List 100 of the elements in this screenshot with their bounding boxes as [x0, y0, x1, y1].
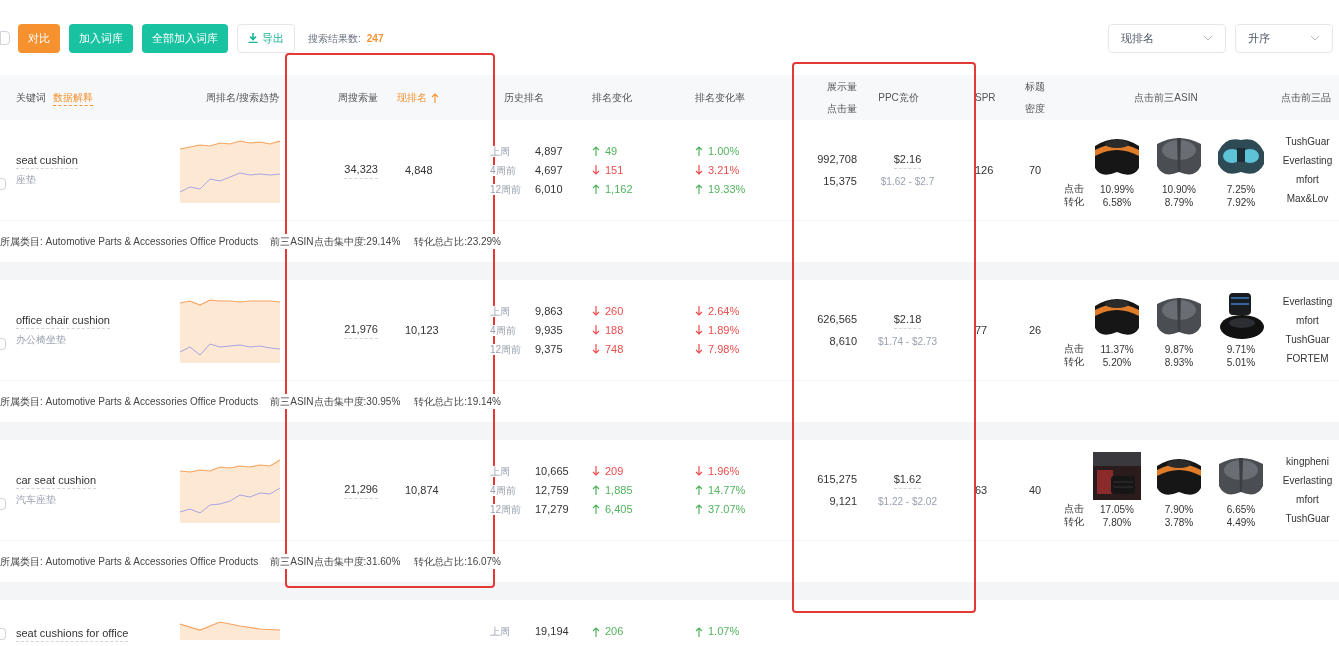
ppc-range: $1.62 - $2.7: [880, 174, 935, 189]
column-header: 标题 密度: [1025, 79, 1045, 116]
rank-value: 4,697: [535, 162, 563, 178]
search-volume[interactable]: 21,296: [344, 481, 378, 499]
ppc-bid[interactable]: $2.18: [893, 311, 922, 329]
ppc-bid[interactable]: $1.62: [893, 471, 922, 489]
period-label: 上周: [490, 145, 511, 157]
checkbox[interactable]: [0, 498, 6, 510]
period-label: 4周前: [490, 164, 517, 176]
click-share: 9.71%: [1226, 342, 1256, 356]
search-volume[interactable]: 21,976: [344, 321, 378, 339]
conversion-share: 4.49%: [1226, 515, 1256, 529]
period-label: 上周: [490, 465, 511, 477]
ppc-bid[interactable]: $2.16: [893, 151, 922, 169]
download-icon: [248, 33, 258, 43]
keyword-translation: 汽车座垫: [16, 493, 56, 507]
clicks-value: 15,375: [823, 174, 857, 189]
conversion-share-text: 转化总占比:23.29%: [412, 234, 503, 249]
column-header: 点击前三品: [1280, 91, 1331, 105]
change-rate: 1.96%: [708, 463, 740, 479]
brand-name: FORTEM: [1286, 352, 1329, 366]
brand-name: mfort: [1296, 314, 1319, 328]
keyword-translation: 办公椅坐垫: [16, 333, 66, 347]
rank-value: 4,897: [535, 143, 563, 159]
rank-value: 10,665: [535, 463, 569, 479]
category-text: 所属类目: Automotive Parts & Accessories Office Products: [0, 394, 259, 409]
chevron-down-icon: [1203, 35, 1213, 41]
metric-label: 点击: [1064, 181, 1085, 195]
change-rate: 1.07%: [708, 624, 740, 640]
click-share: 10.99%: [1100, 182, 1134, 196]
keyword-link[interactable]: car seat cushion: [16, 473, 97, 489]
keyword-link[interactable]: seat cushions for office: [16, 626, 129, 642]
concentration-text: 前三ASIN点击集中度:31.60%: [268, 554, 403, 569]
checkbox[interactable]: [0, 628, 6, 640]
period-label: 上周: [490, 626, 511, 638]
clicks-value: 8,610: [829, 334, 857, 349]
column-header: 历史排名: [504, 91, 544, 105]
column-header: 点击量: [827, 101, 857, 116]
click-share: 9.87%: [1164, 342, 1194, 356]
conversion-share: 5.20%: [1102, 355, 1132, 369]
checkbox[interactable]: [0, 338, 6, 350]
density-value: 70: [1028, 162, 1042, 178]
click-share: 17.05%: [1100, 502, 1134, 516]
column-header: 排名变化: [592, 91, 632, 105]
period-label: 12周前: [490, 183, 523, 195]
period-label: 12周前: [490, 343, 523, 355]
impressions-value: 626,565: [817, 311, 857, 327]
spr-value: 126: [975, 162, 994, 178]
click-share: 10.90%: [1162, 182, 1196, 196]
concentration-text: 前三ASIN点击集中度:29.14%: [268, 234, 403, 249]
conversion-share: 8.93%: [1164, 355, 1194, 369]
brand-name: Everlasting: [1282, 474, 1333, 488]
period-label: 4周前: [490, 324, 517, 336]
rank-change: 206: [605, 624, 624, 640]
conversion-share: 7.92%: [1226, 195, 1256, 209]
change-rate: 7.98%: [708, 341, 740, 357]
conversion-share: 7.80%: [1102, 515, 1132, 529]
click-share: 11.37%: [1100, 342, 1134, 356]
ppc-range: $1.74 - $2.73: [878, 334, 937, 349]
density-value: 26: [1028, 322, 1042, 338]
impressions-value: 992,708: [817, 151, 857, 167]
brand-name: mfort: [1296, 493, 1319, 507]
brand-name: Everlasting: [1282, 154, 1333, 168]
rank-change: 6,405: [605, 501, 633, 517]
brand-name: TushGuar: [1285, 135, 1330, 149]
conversion-share: 8.79%: [1164, 195, 1194, 209]
keyword-link[interactable]: seat cushion: [16, 153, 78, 169]
rank-value: 12,759: [535, 482, 569, 498]
rank-change: 260: [605, 303, 624, 319]
search-volume[interactable]: 34,323: [344, 161, 378, 179]
keyword-translation: 座垫: [16, 173, 36, 187]
change-rate: 2.64%: [708, 303, 740, 319]
rank-change: 49: [605, 143, 618, 159]
rank-change: 748: [605, 341, 624, 357]
column-header: 关键词: [16, 91, 46, 105]
column-header: 点击前三ASIN: [1134, 91, 1198, 105]
rank-value: 10,123: [405, 322, 439, 338]
checkbox[interactable]: [0, 31, 10, 45]
change-rate: 1.89%: [708, 322, 740, 338]
change-rate: 3.21%: [708, 162, 740, 178]
brand-name: kingpheni: [1286, 455, 1329, 469]
change-rate: 37.07%: [708, 501, 746, 517]
select-field[interactable]: 现排名: [1108, 23, 1226, 53]
period-label: 上周: [490, 305, 511, 317]
rank-change: 209: [605, 463, 624, 479]
checkbox[interactable]: [0, 178, 6, 190]
result-count: 247: [366, 31, 384, 46]
metric-label: 点击: [1064, 341, 1085, 355]
column-header: SPR: [975, 91, 996, 105]
rank-value: 9,935: [535, 322, 563, 338]
change-rate: 1.00%: [708, 143, 740, 159]
keyword-link[interactable]: office chair cushion: [16, 313, 110, 329]
rank-value: 6,010: [535, 181, 563, 197]
rank-change: 188: [605, 322, 624, 338]
rank-change: 151: [605, 162, 624, 178]
select-field[interactable]: 升序: [1235, 23, 1333, 53]
metric-label: 转化: [1064, 194, 1085, 208]
brand-name: TushGuar: [1285, 333, 1330, 347]
rank-change: 1,162: [605, 181, 633, 197]
conversion-share: 5.01%: [1226, 355, 1256, 369]
